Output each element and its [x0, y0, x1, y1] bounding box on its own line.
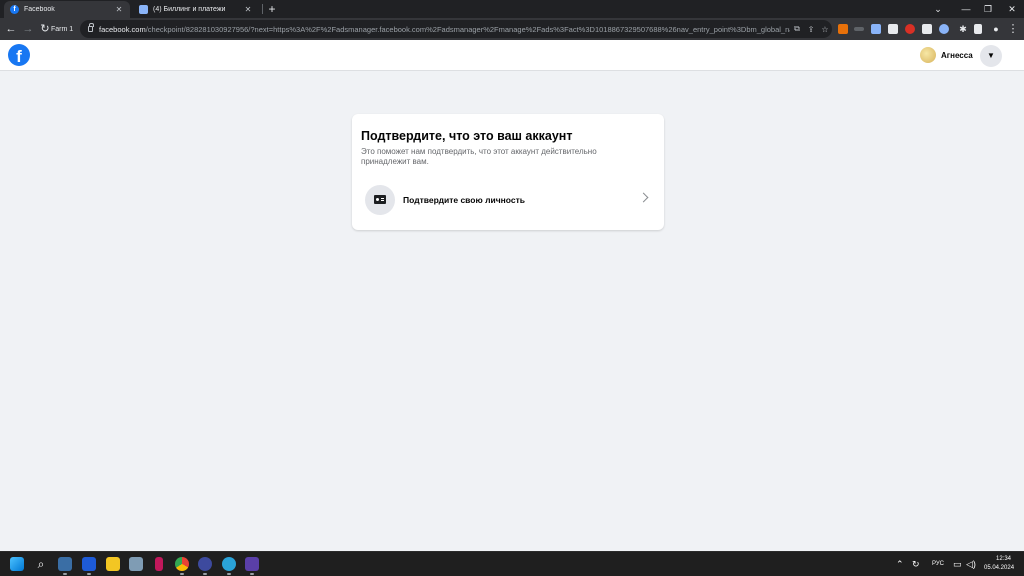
extension-icon[interactable] [838, 24, 848, 34]
translate-icon[interactable]: ⧉ [790, 24, 804, 34]
extension-icon[interactable] [854, 27, 864, 31]
language-indicator[interactable]: РУС [932, 561, 944, 567]
file-explorer-icon[interactable] [106, 557, 120, 571]
facebook-header: f Агнесса ▼ [0, 40, 1024, 71]
extension-icon[interactable] [922, 24, 932, 34]
chevron-down-icon[interactable]: ⌄ [924, 0, 952, 18]
avatar [920, 47, 936, 63]
more-menu-icon[interactable]: ⋮ [1006, 22, 1020, 36]
tab-title: Facebook [24, 6, 55, 13]
bookmark-star-icon[interactable]: ☆ [818, 25, 832, 34]
chrome-icon[interactable] [175, 557, 189, 571]
back-button[interactable]: ← [4, 22, 18, 36]
tab-billing[interactable]: (4) Биллинг и платежи ✕ [133, 1, 259, 18]
user-profile-chip[interactable]: Агнесса [920, 47, 973, 63]
id-card-icon-circle [365, 185, 395, 215]
lock-icon[interactable] [88, 23, 94, 32]
chevron-right-icon [638, 192, 649, 203]
tab-facebook[interactable]: f Facebook ✕ [4, 1, 130, 18]
extension-icon[interactable] [871, 24, 881, 34]
puzzle-icon[interactable]: ✱ [956, 22, 970, 36]
tab-divider [262, 4, 263, 14]
url-host: facebook.com [99, 24, 146, 34]
profile-label: Farm 1 [51, 25, 74, 33]
running-indicator [63, 573, 67, 575]
running-indicator [87, 573, 91, 575]
reload-button[interactable]: ↻ [38, 22, 52, 36]
extension-icon[interactable] [905, 24, 915, 34]
address-bar[interactable]: facebook.com/checkpoint/828281030927956/… [80, 20, 832, 38]
network-icon[interactable]: ▭ [953, 559, 962, 569]
app-icon[interactable] [129, 557, 143, 571]
user-name: Агнесса [941, 50, 973, 60]
windows-start-icon[interactable] [10, 557, 24, 571]
running-indicator [203, 573, 207, 575]
close-icon[interactable]: ✕ [243, 5, 253, 14]
card-title: Подтвердите, что это ваш аккаунт [361, 129, 573, 143]
browser-toolbar: ← → ↻ Farm 1 facebook.com/checkpoint/828… [0, 18, 1024, 40]
share-icon[interactable]: ⇪ [804, 25, 818, 34]
app-icon[interactable] [198, 557, 212, 571]
facebook-logo[interactable]: f [8, 44, 30, 66]
url-path: /checkpoint/828281030927956/?next=https%… [145, 24, 790, 34]
verify-identity-option[interactable]: Подтвердите свою личность [361, 183, 655, 217]
forward-button[interactable]: → [21, 22, 35, 36]
side-panel-icon[interactable] [974, 24, 982, 34]
windows-taskbar: ⌕ ⌃ ↻ РУС ▭ ◁) 12:34 05.04.2024 [0, 551, 1024, 576]
extension-icon[interactable] [888, 24, 898, 34]
tab-title: (4) Биллинг и платежи [153, 6, 226, 13]
running-indicator [180, 573, 184, 575]
clock-time[interactable]: 12:34 [996, 556, 1011, 562]
search-icon[interactable]: ⌕ [34, 557, 48, 571]
app-icon[interactable] [58, 557, 72, 571]
id-card-icon [374, 195, 386, 204]
profile-chip[interactable]: Farm 1 [51, 21, 73, 37]
tab-strip: f Facebook ✕ (4) Биллинг и платежи ✕ + ⌄… [0, 0, 1024, 18]
facebook-icon: f [10, 5, 19, 14]
running-indicator [250, 573, 254, 575]
clock-date[interactable]: 05.04.2024 [984, 565, 1014, 571]
extension-icon[interactable] [939, 24, 949, 34]
caret-down-icon: ▼ [987, 51, 995, 60]
card-description: Это поможет нам подтвердить, что этот ак… [361, 147, 597, 166]
app-icon[interactable] [82, 557, 96, 571]
verify-account-card: Подтвердите, что это ваш аккаунт Это пом… [352, 114, 664, 230]
sync-icon[interactable]: ↻ [912, 559, 920, 569]
close-icon[interactable]: ✕ [114, 5, 124, 14]
account-menu-button[interactable]: ▼ [980, 45, 1002, 67]
chevron-up-icon[interactable]: ⌃ [896, 559, 904, 569]
page-icon [139, 5, 148, 14]
telegram-icon[interactable] [222, 557, 236, 571]
url-text[interactable]: facebook.com/checkpoint/828281030927956/… [99, 25, 790, 34]
verify-identity-label: Подтвердите свою личность [403, 195, 525, 205]
app-icon[interactable] [155, 557, 163, 571]
app-icon[interactable] [245, 557, 259, 571]
window-close-button[interactable]: ✕ [998, 0, 1024, 18]
running-indicator [227, 573, 231, 575]
new-tab-button[interactable]: + [265, 2, 279, 16]
volume-icon[interactable]: ◁) [966, 559, 976, 569]
profile-icon[interactable]: ● [989, 22, 1003, 36]
